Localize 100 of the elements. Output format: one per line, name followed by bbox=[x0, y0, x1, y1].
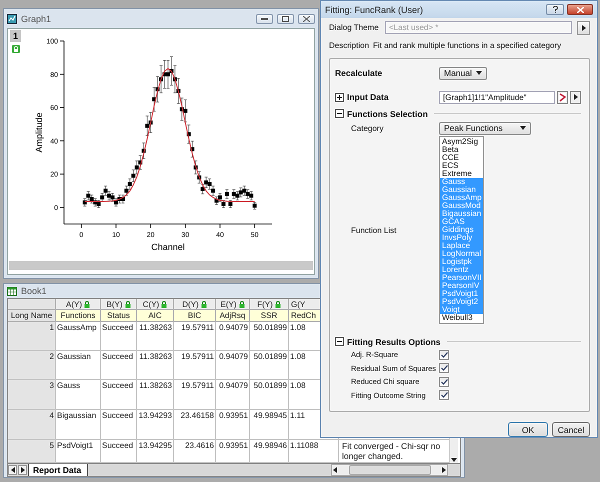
table-cell: 49.98945 bbox=[250, 410, 289, 440]
sheet-tab[interactable]: Report Data bbox=[28, 464, 88, 476]
lock-icon bbox=[200, 300, 207, 308]
graph-icon bbox=[7, 14, 17, 24]
point bbox=[235, 194, 240, 198]
point bbox=[218, 195, 222, 200]
point bbox=[204, 180, 208, 184]
close-icon bbox=[303, 16, 310, 22]
minimize-button[interactable] bbox=[256, 14, 273, 24]
table-cell: 23.4616 bbox=[174, 440, 216, 463]
point bbox=[249, 194, 254, 198]
checkbox[interactable] bbox=[439, 376, 449, 387]
table-cell: 0.93951 bbox=[216, 410, 250, 440]
column-header[interactable]: E(Y) bbox=[216, 299, 250, 310]
checkbox[interactable] bbox=[439, 350, 449, 360]
spreadsheet-icon bbox=[7, 286, 17, 296]
table-cell: 0.94079 bbox=[216, 351, 250, 380]
point bbox=[246, 192, 250, 196]
collapse-icon[interactable] bbox=[335, 109, 344, 118]
close-button[interactable] bbox=[298, 14, 315, 24]
maximize-button[interactable] bbox=[277, 14, 294, 24]
next-sheet-button[interactable] bbox=[18, 465, 27, 475]
expand-icon[interactable] bbox=[335, 92, 344, 102]
point bbox=[104, 188, 108, 193]
previous-sheet-button[interactable] bbox=[8, 465, 17, 475]
long-name-cell: BIC bbox=[174, 310, 216, 322]
x-axis-title: Channel bbox=[151, 242, 185, 252]
column-header[interactable]: D(Y) bbox=[174, 299, 216, 310]
checkbox[interactable] bbox=[439, 390, 449, 400]
cancel-button[interactable]: Cancel bbox=[552, 422, 590, 437]
help-icon bbox=[552, 6, 558, 13]
table-cell: 11.38263 bbox=[137, 322, 174, 351]
table-cell: 0.93951 bbox=[216, 440, 250, 463]
table-cell: 13.94293 bbox=[137, 410, 174, 440]
table-cell: 19.57911 bbox=[174, 351, 216, 380]
caret-icon bbox=[520, 125, 526, 131]
table-cell: 19.57911 bbox=[174, 322, 216, 351]
point bbox=[211, 188, 216, 193]
table-cell: GaussAmp bbox=[56, 322, 101, 351]
row-number: 2 bbox=[8, 351, 56, 380]
column-header[interactable]: F(Y) bbox=[250, 299, 289, 310]
section-title: Fitting Results Options bbox=[347, 336, 440, 346]
table-cell: 50.01899 bbox=[250, 351, 289, 380]
recalculate-dropdown[interactable]: Manual bbox=[439, 66, 487, 80]
table-cell: 19.57911 bbox=[174, 380, 216, 410]
point bbox=[110, 195, 115, 200]
table-cell: 50.01899 bbox=[250, 322, 289, 351]
horizontal-scrollbar[interactable] bbox=[331, 464, 448, 476]
field-label: Recalculate bbox=[335, 68, 384, 78]
collapse-icon[interactable] bbox=[335, 337, 344, 346]
theme-field[interactable]: <Last used> * bbox=[385, 21, 572, 34]
point bbox=[200, 187, 205, 192]
table-cell: 0.94079 bbox=[216, 322, 250, 351]
category-dropdown[interactable]: Peak Functions bbox=[439, 122, 531, 134]
row-number: 3 bbox=[8, 380, 56, 410]
point bbox=[242, 188, 246, 193]
table-cell: 11.38263 bbox=[137, 380, 174, 410]
table-cell: PsdVoigt1 bbox=[56, 440, 101, 463]
arrow-icon bbox=[559, 92, 566, 102]
column-header[interactable]: A(Y) bbox=[56, 299, 101, 310]
checkbox[interactable] bbox=[439, 363, 449, 374]
dialog-title: Fitting: FuncRank (User) bbox=[325, 4, 424, 14]
menu-arrow-button[interactable] bbox=[570, 90, 581, 104]
menu-arrow-button[interactable] bbox=[577, 20, 590, 34]
long-name-cell: Functions bbox=[56, 310, 101, 322]
table-cell: 0.94079 bbox=[216, 380, 250, 410]
corner-cell bbox=[8, 299, 56, 310]
table-cell: Succeed bbox=[101, 380, 137, 410]
lock-icon bbox=[84, 300, 90, 308]
point bbox=[107, 194, 112, 198]
table-cell: Succeed bbox=[101, 440, 137, 463]
column-header[interactable]: B(Y) bbox=[101, 299, 137, 310]
table-cell: Succeed bbox=[101, 322, 137, 351]
point bbox=[131, 174, 136, 178]
point bbox=[128, 182, 132, 186]
long-name-cell: AdjRsq bbox=[216, 310, 250, 322]
column-header[interactable]: C(Y) bbox=[137, 299, 174, 310]
row-number: 5 bbox=[8, 440, 56, 463]
caret-icon bbox=[580, 24, 586, 30]
close-icon bbox=[576, 6, 584, 12]
table-cell: 50.01899 bbox=[250, 380, 289, 410]
ok-button[interactable]: OK bbox=[508, 422, 548, 437]
point bbox=[224, 192, 229, 196]
layer-tab[interactable]: 1 bbox=[10, 30, 21, 42]
input-data-field[interactable]: [Graph1]1!1"Amplitude" bbox=[439, 90, 556, 104]
field-label: Description bbox=[329, 40, 370, 50]
row-number: 4 bbox=[8, 410, 56, 440]
table-cell: Succeed bbox=[101, 410, 137, 440]
field-label: Category bbox=[350, 124, 384, 132]
help-button[interactable] bbox=[546, 4, 564, 15]
field-label: Dialog Theme bbox=[329, 23, 380, 32]
point bbox=[90, 197, 94, 202]
section-title: Functions Selection bbox=[347, 108, 428, 118]
range-picker-button[interactable] bbox=[557, 90, 568, 104]
point bbox=[86, 194, 90, 198]
close-button[interactable] bbox=[567, 4, 593, 15]
lock-icon bbox=[12, 45, 20, 53]
table-cell: 23.46158 bbox=[174, 410, 216, 440]
section-title: Input Data bbox=[347, 92, 390, 102]
row-header: Long Name bbox=[8, 310, 56, 322]
